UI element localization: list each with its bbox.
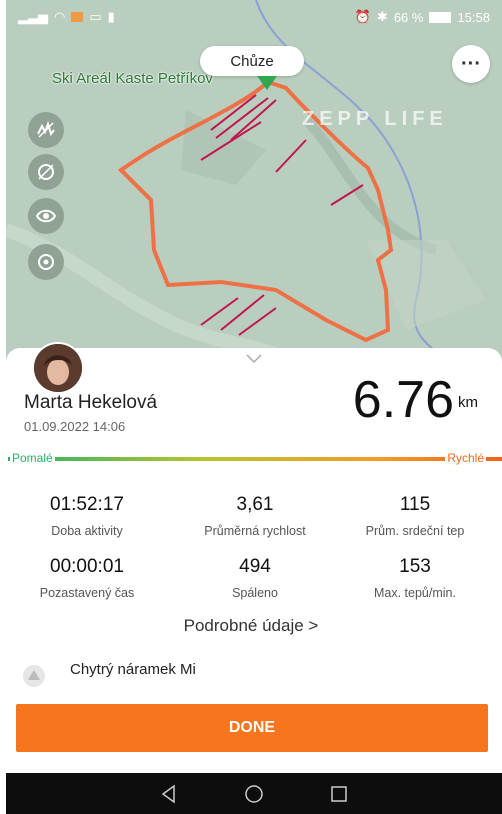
details-link[interactable]: Podrobné údaje >: [0, 616, 502, 636]
sim-icon: ▮: [107, 9, 115, 24]
battery-icon: [429, 11, 452, 23]
locate-button[interactable]: [28, 244, 64, 280]
locate-icon: [38, 254, 54, 270]
clock: 15:58: [457, 9, 490, 25]
notification-icon: [71, 12, 84, 22]
distance-value: 6.76: [352, 371, 454, 429]
stat-speed-value: 3,61: [236, 494, 274, 515]
alarm-icon: ⏰: [354, 9, 371, 24]
done-button[interactable]: DONE: [16, 704, 488, 752]
device-icon: [23, 665, 45, 687]
stat-duration-value: 01:52:17: [50, 494, 124, 515]
app-watermark: ZEPP LIFE: [302, 108, 448, 130]
avatar[interactable]: [32, 342, 84, 394]
stat-max-hr-value: 153: [399, 556, 431, 577]
recents-icon[interactable]: [329, 784, 349, 804]
stat-avg-hr-value: 115: [399, 494, 431, 515]
system-nav-bar: [6, 773, 502, 814]
hide-heart-rate-button[interactable]: [28, 112, 64, 148]
home-icon[interactable]: [244, 784, 264, 804]
stat-duration-label: Doba aktivity: [51, 524, 123, 538]
stat-paused-label: Pozastavený čas: [39, 586, 135, 600]
place-label: Ski Areál Kaste Petříkov: [52, 70, 213, 87]
hide-speed-button[interactable]: [28, 154, 64, 190]
device-name: Chytrý náramek Mi: [70, 661, 196, 678]
battery-percent: 66 %: [393, 9, 424, 25]
eye-icon: [36, 209, 56, 223]
slow-label: Pomalé: [10, 451, 55, 465]
fast-label: Rychlé: [445, 451, 486, 465]
speed-off-icon: [38, 164, 54, 180]
message-icon: ▭: [89, 9, 102, 24]
visibility-button[interactable]: [28, 198, 64, 234]
bluetooth-icon: ✱: [376, 9, 388, 24]
stat-burned-value: 494: [239, 556, 271, 577]
more-icon: ···: [461, 52, 481, 75]
more-options-button[interactable]: ···: [452, 45, 490, 83]
distance-unit: km: [458, 394, 478, 411]
stat-burned-label: Spáleno: [232, 586, 278, 600]
activity-type-bubble: Chůze: [200, 46, 304, 76]
heart-rate-off-icon: [37, 120, 55, 138]
back-icon[interactable]: [159, 784, 179, 804]
stat-max-hr-label: Max. tepů/min.: [374, 586, 456, 600]
start-pin-icon: [257, 76, 277, 90]
activity-date: 01.09.2022 14:06: [24, 419, 126, 434]
stat-speed-label: Průměrná rychlost: [204, 524, 306, 538]
collapse-chevron-icon[interactable]: [246, 354, 262, 364]
status-bar: ▂▃▅ ◠ ▭ ▮ ⏰ ✱ 66 % 15:58: [6, 0, 502, 34]
stat-paused-value: 00:00:01: [50, 556, 124, 577]
signal-icon: ▂▃▅: [18, 9, 48, 24]
user-name: Marta Hekelová: [24, 392, 158, 413]
user-avatar-icon: [34, 344, 82, 392]
pace-gradient-bar: [8, 457, 502, 461]
wifi-icon: ◠: [54, 9, 66, 24]
stat-avg-hr-label: Prům. srdeční tep: [365, 524, 465, 538]
